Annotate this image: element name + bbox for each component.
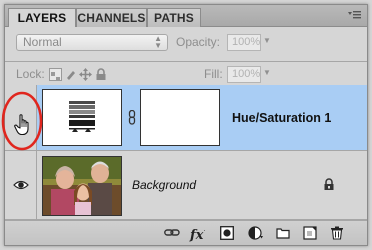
tab-paths[interactable]: PATHS xyxy=(147,8,201,27)
new-group-icon[interactable] xyxy=(276,226,290,240)
blend-opacity-row: Normal ▲ ▼ Opacity: 100% ▼ xyxy=(5,34,367,54)
layer-row[interactable]: Background xyxy=(5,151,367,220)
opacity-input[interactable]: 100% xyxy=(227,34,261,51)
lock-position-icon[interactable] xyxy=(79,68,92,81)
trash-icon[interactable] xyxy=(330,226,344,240)
tab-layers[interactable]: LAYERS xyxy=(8,8,76,27)
fill-label: Fill: xyxy=(204,67,223,81)
lock-transparent-pixels-icon[interactable] xyxy=(49,68,62,81)
family-photo-image xyxy=(43,157,121,215)
lock-fill-row: Lock: Fill: 100% ▼ xyxy=(5,66,367,86)
lock-icon xyxy=(323,178,335,191)
panel-tab-bar: LAYERS CHANNELS PATHS xyxy=(5,5,367,27)
new-adjustment-icon[interactable] xyxy=(248,226,263,240)
link-layers-icon[interactable] xyxy=(164,226,180,240)
layer-mask-thumbnail[interactable] xyxy=(140,89,220,146)
opacity-label: Opacity: xyxy=(176,35,221,49)
add-mask-icon[interactable] xyxy=(220,226,234,240)
hand-cursor-icon xyxy=(14,114,32,136)
eye-icon xyxy=(13,180,29,190)
visibility-toggle[interactable] xyxy=(5,151,37,219)
tab-channels[interactable]: CHANNELS xyxy=(76,8,147,27)
lock-label: Lock: xyxy=(16,67,45,81)
panel-menu-icon[interactable] xyxy=(348,10,362,21)
layers-list: Hue/Saturation 1 Background xyxy=(5,85,367,220)
lock-image-pixels-icon[interactable] xyxy=(64,68,77,81)
layers-panel: LAYERS CHANNELS PATHS Normal ▲ ▼ Opacity:… xyxy=(4,4,368,246)
adjustment-thumbnail[interactable] xyxy=(42,89,122,146)
divider xyxy=(5,61,367,62)
select-arrows-icon: ▲ ▼ xyxy=(154,34,162,50)
layer-name[interactable]: Hue/Saturation 1 xyxy=(232,111,331,125)
fx-label: fx xyxy=(190,228,204,243)
panel-bottom-toolbar: fx. xyxy=(5,220,367,245)
blend-mode-select[interactable]: Normal ▲ ▼ xyxy=(16,34,168,51)
opacity-dropdown-icon[interactable]: ▼ xyxy=(262,37,272,54)
layer-row[interactable]: Hue/Saturation 1 xyxy=(5,85,367,151)
hue-saturation-icon xyxy=(69,101,95,132)
mask-link-icon[interactable] xyxy=(128,109,137,125)
new-layer-icon[interactable] xyxy=(303,226,317,240)
fill-dropdown-icon[interactable]: ▼ xyxy=(262,69,272,86)
layer-name[interactable]: Background xyxy=(132,178,196,192)
fill-input[interactable]: 100% xyxy=(227,66,261,83)
blend-mode-value: Normal xyxy=(23,35,62,49)
layer-image-thumbnail[interactable] xyxy=(42,156,122,216)
fx-icon[interactable]: fx. xyxy=(190,226,210,243)
lock-all-icon[interactable] xyxy=(95,68,108,81)
